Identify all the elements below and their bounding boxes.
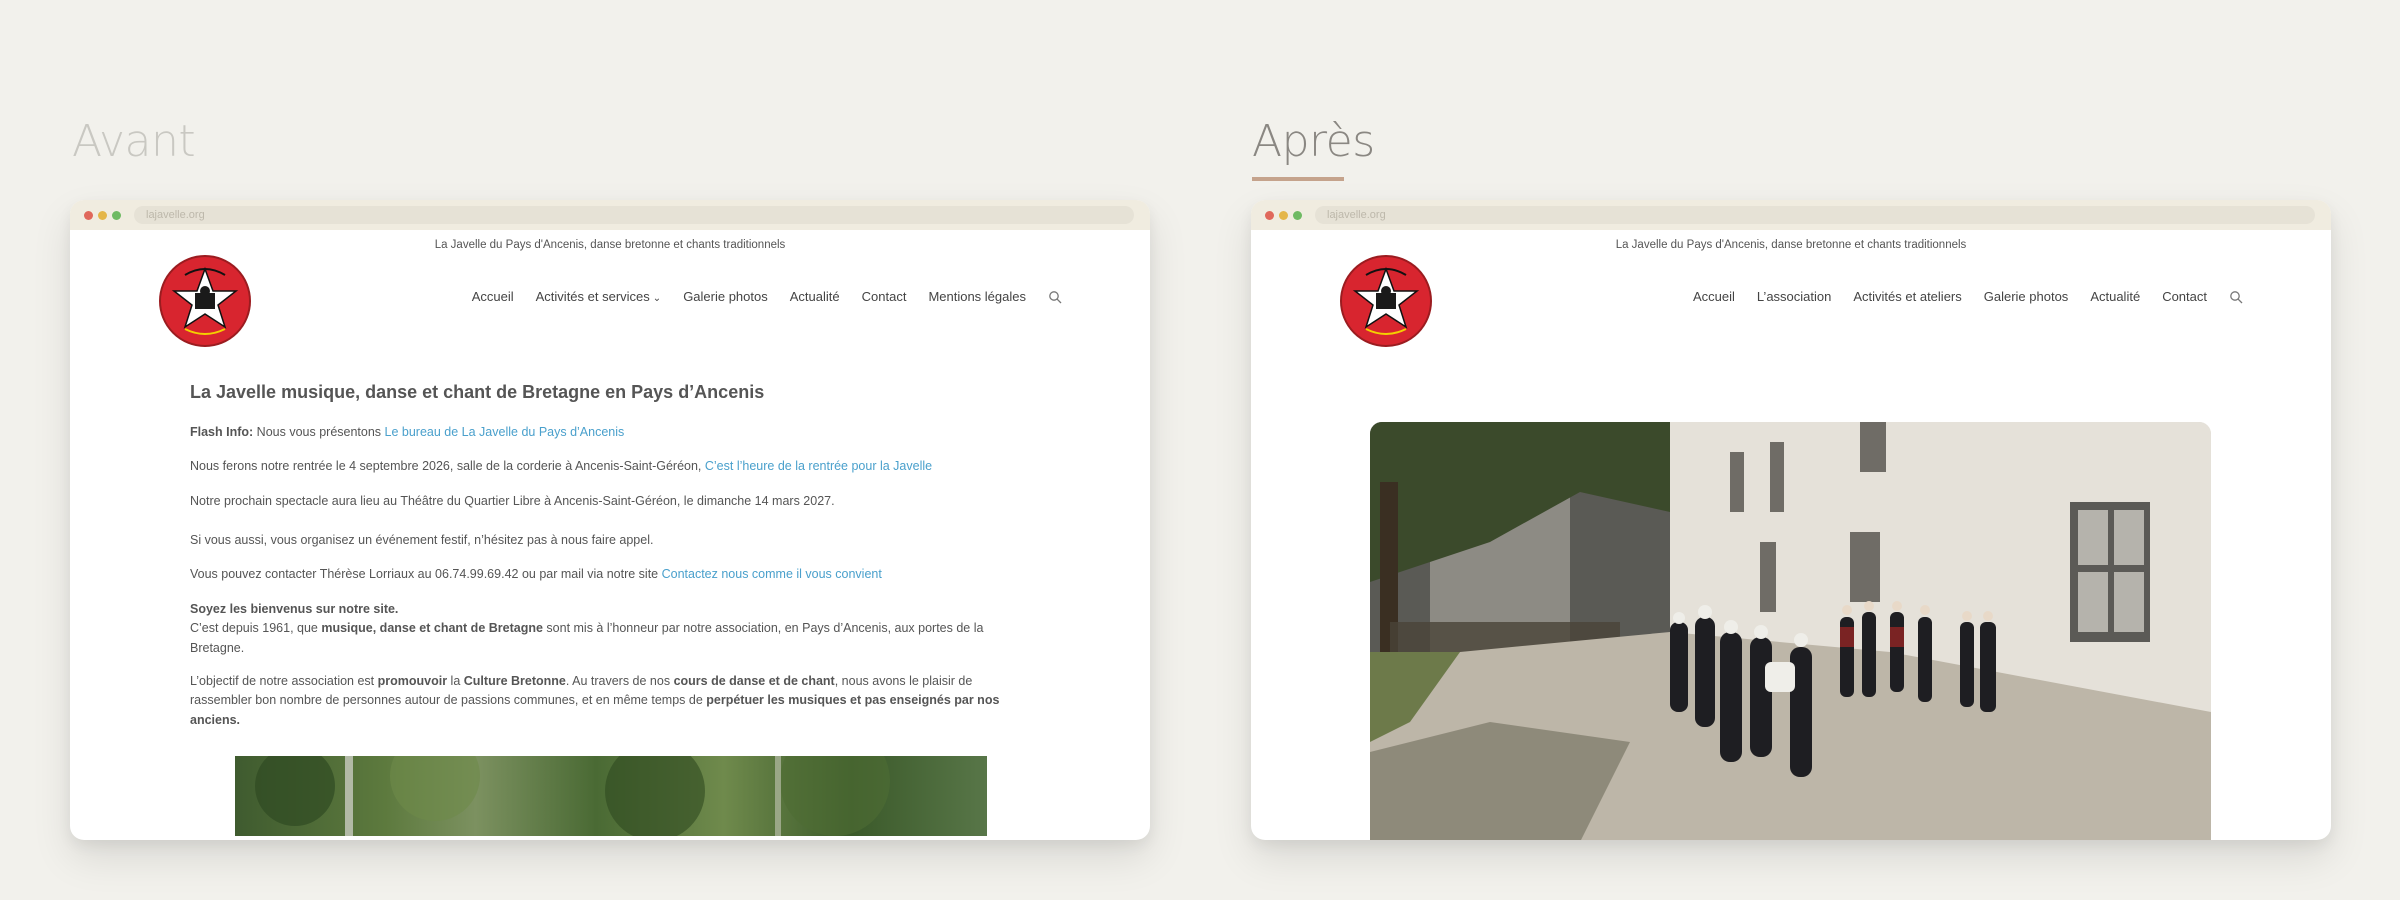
- after-heading-underline: [1252, 177, 1344, 181]
- rentree-paragraph: Nous ferons notre rentrée le 4 septembre…: [190, 457, 1032, 476]
- page-content: La Javelle musique, danse et chant de Br…: [70, 351, 1150, 730]
- nav-contact[interactable]: Contact: [862, 289, 907, 304]
- hero-photo-dancers: [1370, 422, 2211, 840]
- page-title: La Javelle musique, danse et chant de Br…: [190, 382, 765, 402]
- trees-photo: [235, 726, 987, 840]
- nav-mentions-legales[interactable]: Mentions légales: [928, 289, 1026, 304]
- nav-activites-ateliers[interactable]: Activités et ateliers: [1853, 289, 1961, 304]
- maximize-dot-icon[interactable]: [1293, 210, 1302, 220]
- nav-actualite[interactable]: Actualité: [2090, 289, 2140, 304]
- objective-text-2: la: [447, 673, 464, 688]
- nav-galerie-photos[interactable]: Galerie photos: [683, 289, 768, 304]
- minimize-dot-icon[interactable]: [98, 210, 107, 220]
- event-paragraph: Si vous aussi, vous organisez un événeme…: [190, 533, 654, 548]
- flash-info-paragraph: Flash Info: Nous vous présentons Le bure…: [190, 423, 1032, 442]
- nav-accueil[interactable]: Accueil: [1693, 289, 1735, 304]
- objective-bold-3: cours de danse et de chant: [673, 673, 835, 688]
- nav-activites-services-label: Activités et services: [535, 289, 650, 304]
- bureau-link[interactable]: Le bureau de La Javelle du Pays d’Anceni…: [385, 425, 625, 439]
- nav-contact[interactable]: Contact: [2162, 289, 2207, 304]
- contact-link[interactable]: Contactez nous comme il vous convient: [662, 567, 882, 581]
- objective-bold-2: Culture Bretonne: [463, 673, 566, 688]
- flash-info-text: Nous vous présentons: [253, 424, 385, 439]
- rentree-text: Nous ferons notre rentrée le 4 septembre…: [190, 459, 705, 474]
- trees-photo-image: [255, 726, 890, 840]
- nav-accueil[interactable]: Accueil: [472, 289, 514, 304]
- search-icon[interactable]: [1048, 290, 1062, 304]
- before-heading: Avant: [72, 116, 196, 167]
- welcome-paragraph: Soyez les bienvenus sur notre site. C’es…: [190, 600, 1032, 658]
- flash-info-label: Flash Info:: [190, 424, 254, 439]
- nav-activites-services[interactable]: Activités et services ⌄: [536, 289, 662, 304]
- nav-association[interactable]: L’association: [1757, 289, 1831, 304]
- search-icon[interactable]: [2229, 290, 2243, 304]
- nav-galerie-photos[interactable]: Galerie photos: [1984, 289, 2069, 304]
- browser-chrome: lajavelle.org: [70, 200, 1150, 230]
- maximize-dot-icon[interactable]: [112, 210, 121, 220]
- logo-star-icon: [1352, 266, 1420, 335]
- site-tagline: La Javelle du Pays d'Ancenis, danse bret…: [1615, 239, 1967, 251]
- after-heading: Après: [1252, 116, 1375, 167]
- site-logo[interactable]: [159, 255, 251, 347]
- address-bar[interactable]: lajavelle.org: [1315, 206, 2315, 224]
- after-browser-window: lajavelle.org La Javelle du Pays d'Ancen…: [1251, 200, 2331, 840]
- contact-paragraph: Vous pouvez contacter Thérèse Lorriaux a…: [190, 565, 1032, 584]
- objective-text-1: L’objectif de notre association est: [190, 673, 378, 688]
- close-dot-icon[interactable]: [1265, 210, 1274, 220]
- rentree-link[interactable]: C’est l’heure de la rentrée pour la Jave…: [705, 459, 932, 473]
- before-browser-window: lajavelle.org La Javelle du Pays d'Ancen…: [70, 200, 1150, 840]
- main-nav: Accueil L’association Activités et ateli…: [1671, 289, 2243, 304]
- close-dot-icon[interactable]: [84, 210, 93, 220]
- site-logo[interactable]: [1340, 255, 1432, 347]
- history-text-1: C’est depuis 1961, que: [190, 621, 322, 636]
- hero-photo-image: [1370, 422, 2211, 840]
- site-header: Accueil L’association Activités et ateli…: [1251, 251, 2331, 351]
- chevron-down-icon: ⌄: [652, 293, 662, 304]
- objective-bold-1: promouvoir: [377, 673, 448, 688]
- welcome-text: Soyez les bienvenus sur notre site.: [190, 601, 399, 616]
- main-nav: Accueil Activités et services ⌄ Galerie p…: [450, 289, 1062, 304]
- objective-paragraph: L’objectif de notre association est prom…: [190, 672, 1032, 730]
- address-bar[interactable]: lajavelle.org: [134, 206, 1134, 224]
- history-bold: musique, danse et chant de Bretagne: [321, 621, 543, 636]
- contact-text: Vous pouvez contacter Thérèse Lorriaux a…: [190, 567, 662, 582]
- browser-chrome: lajavelle.org: [1251, 200, 2331, 230]
- spectacle-paragraph: Notre prochain spectacle aura lieu au Th…: [190, 493, 835, 508]
- minimize-dot-icon[interactable]: [1279, 210, 1288, 220]
- nav-actualite[interactable]: Actualité: [790, 289, 840, 304]
- site-tagline: La Javelle du Pays d'Ancenis, danse bret…: [434, 239, 786, 251]
- logo-star-icon: [171, 266, 239, 335]
- site-header: Accueil Activités et services ⌄ Galerie p…: [70, 251, 1150, 351]
- objective-text-3: . Au travers de nos: [565, 673, 674, 688]
